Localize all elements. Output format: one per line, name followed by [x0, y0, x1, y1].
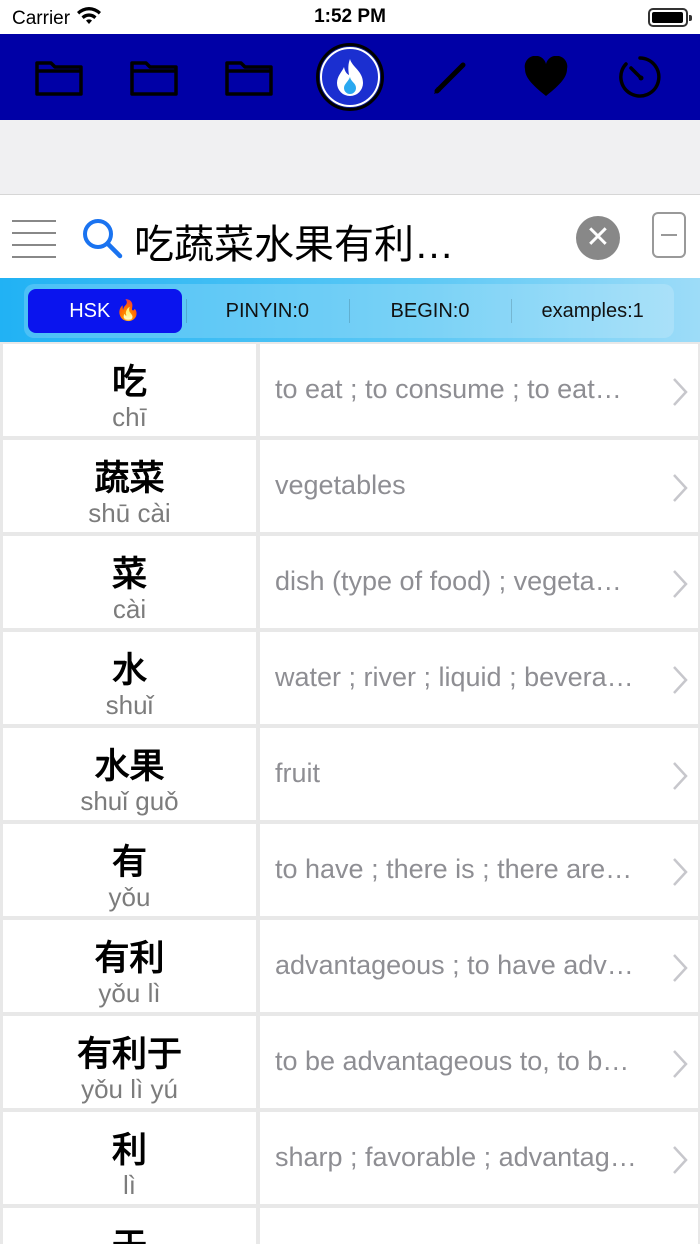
chevron-right-icon — [673, 378, 688, 406]
list-item[interactable]: 于 — [0, 1206, 700, 1244]
word-pinyin: cài — [112, 594, 147, 624]
word-meaning: fruit — [275, 758, 321, 788]
folder-button-3[interactable] — [221, 49, 277, 105]
filter-begin[interactable]: BEGIN:0 — [348, 289, 512, 333]
chevron-right-icon — [673, 666, 688, 694]
word-meaning: to have ; there is ; there are… — [275, 854, 633, 884]
edit-button[interactable] — [423, 49, 479, 105]
word-hanzi: 利 — [111, 1131, 147, 1170]
header-spacer — [0, 120, 700, 195]
chevron-right-icon — [673, 570, 688, 598]
search-row: 吃蔬菜水果有利… ✕ — [0, 196, 700, 278]
word-pinyin: yǒu lì yú — [81, 1074, 178, 1104]
search-icon[interactable] — [80, 216, 124, 265]
word-pinyin: yǒu — [108, 882, 151, 912]
search-input[interactable]: 吃蔬菜水果有利… — [134, 212, 524, 270]
filter-pinyin[interactable]: PINYIN:0 — [186, 289, 349, 333]
filter-segmented-control: HSK 🔥 PINYIN:0 BEGIN:0 examples:1 — [24, 284, 674, 338]
word-pinyin: shuǐ — [105, 690, 154, 720]
chevron-right-icon — [673, 858, 688, 886]
word-pinyin: shuǐ guǒ — [80, 786, 179, 816]
word-hanzi: 蔬菜 — [94, 459, 165, 498]
list-item[interactable]: 水果 shuǐ guǒ fruit — [0, 726, 700, 822]
pencil-icon — [433, 62, 466, 94]
word-meaning: to eat ; to consume ; to eat… — [275, 374, 622, 404]
list-item[interactable]: 有 yǒu to have ; there is ; there are… — [0, 822, 700, 918]
list-item[interactable]: 菜 cài dish (type of food) ; vegeta… — [0, 534, 700, 630]
word-pinyin: yǒu lì — [98, 978, 161, 1008]
chevron-right-icon — [673, 954, 688, 982]
folder-button-1[interactable] — [31, 49, 87, 105]
folder-icon — [130, 61, 179, 96]
folder-icon — [225, 61, 273, 96]
hot-button[interactable] — [315, 43, 384, 111]
word-pinyin: chī — [112, 402, 147, 432]
chevron-right-icon — [673, 762, 688, 790]
heart-icon — [524, 56, 567, 96]
chevron-right-icon — [673, 1050, 688, 1078]
word-meaning: water ; river ; liquid ; bevera… — [275, 662, 634, 692]
status-time: 1:52 PM — [314, 6, 386, 27]
word-meaning: dish (type of food) ; vegeta… — [275, 566, 622, 596]
status-bar: Carrier 1:52 PM — [0, 0, 700, 34]
list-item[interactable]: 有利于 yǒu lì yú to be advantageous to, to b… — [0, 1014, 700, 1110]
list-item[interactable]: 水 shuǐ water ; river ; liquid ; bevera… — [0, 630, 700, 726]
filter-hsk[interactable]: HSK 🔥 — [28, 289, 182, 333]
word-pinyin: lì — [123, 1170, 136, 1200]
filter-examples[interactable]: examples:1 — [511, 289, 674, 333]
word-hanzi: 菜 — [111, 555, 147, 594]
word-meaning: sharp ; favorable ; advantag… — [275, 1142, 637, 1172]
top-toolbar — [0, 34, 700, 120]
timer-button[interactable] — [612, 49, 668, 105]
folder-icon — [35, 61, 84, 96]
menu-icon[interactable] — [12, 220, 56, 258]
chevron-right-icon — [673, 474, 688, 502]
folder-button-2[interactable] — [126, 49, 182, 105]
word-meaning: advantageous ; to have adv… — [275, 950, 634, 980]
word-hanzi: 有利 — [94, 939, 165, 978]
list-item[interactable]: 吃 chī to eat ; to consume ; to eat… — [0, 342, 700, 438]
favorites-button[interactable] — [518, 49, 574, 105]
collapse-icon[interactable] — [652, 212, 686, 258]
word-meaning: to be advantageous to, to b… — [275, 1046, 630, 1076]
word-hanzi: 有利于 — [76, 1035, 182, 1074]
filter-bar: HSK 🔥 PINYIN:0 BEGIN:0 examples:1 — [0, 278, 700, 342]
list-item[interactable]: 利 lì sharp ; favorable ; advantag… — [0, 1110, 700, 1206]
word-hanzi: 有 — [111, 843, 147, 882]
word-hanzi: 水果 — [94, 747, 165, 786]
word-meaning: vegetables — [275, 470, 406, 500]
word-hanzi: 于 — [3, 1218, 256, 1244]
word-hanzi: 吃 — [111, 363, 147, 402]
fire-icon — [336, 59, 363, 96]
word-pinyin: shū cài — [88, 498, 171, 528]
list-item[interactable]: 有利 yǒu lì advantageous ; to have adv… — [0, 918, 700, 1014]
clear-icon[interactable]: ✕ — [576, 216, 620, 260]
word-hanzi: 水 — [111, 651, 147, 690]
list-item[interactable]: 蔬菜 shū cài vegetables — [0, 438, 700, 534]
battery-icon — [648, 8, 692, 27]
chevron-right-icon — [673, 1146, 688, 1174]
word-list: 吃 chī to eat ; to consume ; to eat… 蔬菜 shū… — [0, 342, 700, 1244]
timer-icon — [619, 56, 662, 98]
